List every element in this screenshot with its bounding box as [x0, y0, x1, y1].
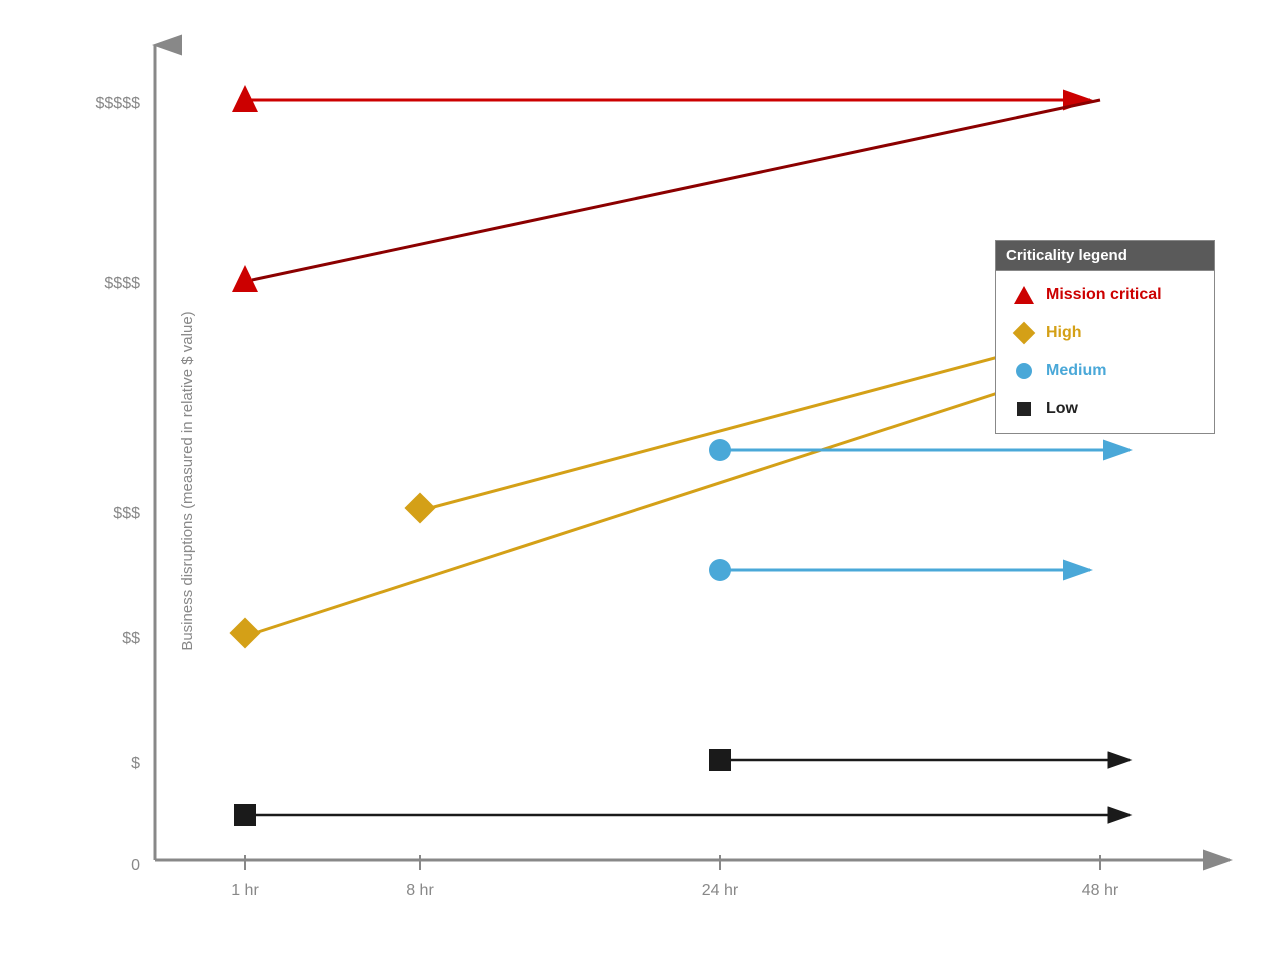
medium-lower-marker	[709, 559, 731, 581]
legend-box: Criticality legend Mission critical High…	[995, 240, 1215, 434]
low-lower-marker	[234, 804, 256, 826]
mission-critical-lower-line	[252, 100, 1100, 280]
diamond-icon	[1010, 319, 1038, 347]
legend-item-low: Low	[1010, 395, 1200, 423]
legend-label-low: Low	[1046, 400, 1078, 418]
y-tick-5: $$$$$	[96, 95, 141, 112]
y-tick-3: $$$	[113, 505, 140, 522]
circle-icon	[1010, 357, 1038, 385]
legend-item-medium: Medium	[1010, 357, 1200, 385]
legend-label-mission-critical: Mission critical	[1046, 286, 1162, 304]
legend-item-mission-critical: Mission critical	[1010, 281, 1200, 309]
chart-container: Business disruptions (measured in relati…	[0, 0, 1275, 961]
x-label-24hr: 24 hr	[702, 882, 739, 899]
low-upper-marker	[709, 749, 731, 771]
legend-body: Mission critical High Medium Low	[996, 271, 1214, 433]
legend-item-high: High	[1010, 319, 1200, 347]
high-lower-line	[255, 360, 1100, 633]
y-tick-1: $	[131, 755, 140, 772]
legend-label-high: High	[1046, 324, 1082, 342]
x-label-8hr: 8 hr	[406, 882, 434, 899]
legend-label-medium: Medium	[1046, 362, 1106, 380]
square-icon	[1010, 395, 1038, 423]
high-lower-marker	[229, 617, 260, 648]
x-label-1hr: 1 hr	[231, 882, 259, 899]
triangle-icon	[1010, 281, 1038, 309]
legend-title: Criticality legend	[996, 241, 1214, 271]
y-tick-4: $$$$	[104, 275, 140, 292]
y-tick-0: 0	[131, 857, 140, 874]
y-tick-2: $$	[122, 630, 140, 647]
high-upper-marker	[404, 492, 435, 523]
main-chart-svg: 0 $ $$ $$$ $$$$ $$$$$ 1 hr 8 hr 24 hr 48…	[0, 0, 1275, 961]
x-label-48hr: 48 hr	[1082, 882, 1119, 899]
medium-upper-marker	[709, 439, 731, 461]
